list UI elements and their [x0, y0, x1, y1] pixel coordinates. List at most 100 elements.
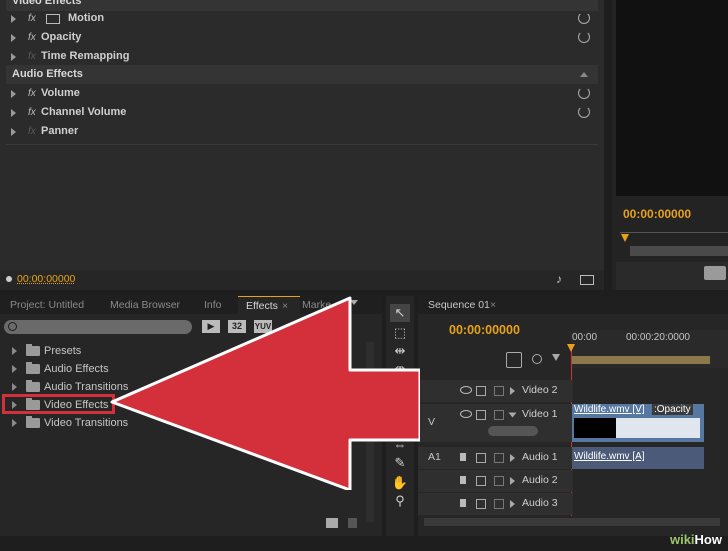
- expand-icon[interactable]: [510, 500, 515, 508]
- effect-label: Panner: [41, 125, 79, 137]
- track-name: Video 1: [522, 408, 558, 420]
- program-video-area: [616, 0, 728, 196]
- expand-icon[interactable]: [11, 53, 16, 61]
- effect-controls-footer: 00:00:00000 ♪: [0, 270, 604, 290]
- speaker-icon[interactable]: [460, 453, 466, 461]
- sync-lock-icon[interactable]: [476, 476, 486, 486]
- tab-sequence[interactable]: Sequence 01: [428, 296, 490, 314]
- reset-icon[interactable]: [578, 87, 590, 99]
- track-name: Audio 3: [522, 497, 558, 509]
- keyframe-nav[interactable]: [488, 426, 538, 436]
- marker-icon[interactable]: [532, 354, 542, 364]
- eye-icon[interactable]: [460, 410, 472, 418]
- track-audio-2[interactable]: Audio 2: [418, 470, 573, 492]
- transform-icon[interactable]: [46, 14, 60, 24]
- expand-icon[interactable]: [11, 128, 16, 136]
- fx-icon[interactable]: fx: [28, 9, 36, 28]
- fx-icon: fx: [28, 126, 36, 137]
- timeline-scrollbar[interactable]: [424, 518, 720, 526]
- effect-row-panner[interactable]: fx Panner: [6, 122, 598, 141]
- track-audio-1[interactable]: A1 Audio 1: [418, 447, 573, 469]
- time-ruler[interactable]: 00:00 00:00:20:0000: [570, 330, 728, 368]
- effect-controls-timecode[interactable]: 00:00:00000: [17, 273, 75, 285]
- clip-effect-dropdown[interactable]: :Opacity: [652, 404, 693, 415]
- expand-icon[interactable]: [510, 477, 515, 485]
- program-controls: [616, 262, 728, 290]
- sync-lock-icon[interactable]: [476, 386, 486, 396]
- effect-label: Time Remapping: [41, 50, 130, 62]
- track-target-a1[interactable]: A1: [428, 451, 441, 463]
- track-video-1[interactable]: V Video 1: [418, 404, 573, 442]
- playhead-dot-icon: [6, 276, 12, 282]
- lock-icon[interactable]: [494, 453, 504, 463]
- lock-icon[interactable]: [494, 476, 504, 486]
- arrow-shape: [110, 296, 420, 490]
- expand-icon[interactable]: [11, 109, 16, 117]
- how-text: How: [694, 532, 722, 547]
- reset-icon[interactable]: [578, 12, 590, 24]
- effect-row-volume[interactable]: fx Volume: [6, 84, 598, 103]
- playhead-icon[interactable]: [567, 344, 575, 352]
- video-clip[interactable]: Wildlife.wmv [V] :Opacity: [572, 404, 704, 442]
- fx-icon[interactable]: fx: [28, 84, 36, 103]
- effect-row-time-remapping[interactable]: fx Time Remapping: [6, 47, 598, 66]
- reset-icon[interactable]: [578, 106, 590, 118]
- sync-lock-icon[interactable]: [476, 410, 486, 420]
- effect-row-opacity[interactable]: fx Opacity: [6, 28, 598, 47]
- speaker-icon[interactable]: [460, 499, 466, 507]
- speaker-icon[interactable]: [460, 476, 466, 484]
- effect-label: Opacity: [41, 31, 82, 43]
- program-timecode[interactable]: 00:00:00000: [623, 207, 691, 221]
- program-zoom-bar[interactable]: [630, 246, 728, 256]
- add-marker-icon[interactable]: [552, 354, 560, 361]
- clip-thumbnail: [616, 418, 700, 438]
- export-frame-button[interactable]: [704, 266, 726, 280]
- expand-icon[interactable]: [11, 15, 16, 23]
- lock-icon[interactable]: [494, 410, 504, 420]
- sync-lock-icon[interactable]: [476, 453, 486, 463]
- close-icon[interactable]: ×: [490, 296, 496, 314]
- expand-icon[interactable]: [510, 387, 515, 395]
- program-ruler: [620, 232, 728, 233]
- effect-row-channel-volume[interactable]: fx Channel Volume: [6, 103, 598, 122]
- track-name: Audio 1: [522, 451, 558, 463]
- sync-lock-icon[interactable]: [476, 499, 486, 509]
- collapse-icon[interactable]: [580, 72, 588, 77]
- effect-row-motion[interactable]: fx Motion: [6, 9, 598, 28]
- expand-icon[interactable]: [510, 454, 515, 462]
- expand-icon[interactable]: [11, 34, 16, 42]
- fx-icon[interactable]: fx: [28, 28, 36, 47]
- track-name: Video 2: [522, 384, 558, 396]
- zoom-tool-icon[interactable]: ⚲: [390, 492, 410, 510]
- delete-icon[interactable]: [348, 518, 357, 528]
- reset-icon[interactable]: [578, 31, 590, 43]
- track-video-2[interactable]: Video 2: [418, 380, 573, 402]
- clip-name: Wildlife.wmv [A]: [574, 451, 645, 462]
- track-target-v[interactable]: V: [428, 416, 435, 428]
- effect-controls-empty-area: [6, 144, 598, 269]
- eye-icon[interactable]: [460, 386, 472, 394]
- track-audio-3[interactable]: Audio 3: [418, 493, 573, 515]
- red-arrow-annotation: [110, 296, 420, 490]
- audio-scrub-icon[interactable]: ♪: [556, 272, 562, 286]
- audio-clip[interactable]: Wildlife.wmv [A]: [572, 447, 704, 469]
- wiki-text: wiki: [669, 532, 695, 547]
- lock-icon[interactable]: [494, 386, 504, 396]
- new-bin-icon[interactable]: [326, 518, 338, 528]
- audio-effects-section[interactable]: Audio Effects: [6, 65, 598, 84]
- expand-icon[interactable]: [11, 90, 16, 98]
- playhead-icon[interactable]: [621, 234, 629, 242]
- snap-icon[interactable]: [506, 352, 522, 368]
- track-name: Audio 2: [522, 474, 558, 486]
- export-icon[interactable]: [580, 275, 594, 285]
- collapse-icon[interactable]: [508, 412, 517, 418]
- fx-icon[interactable]: fx: [28, 103, 36, 122]
- work-area-bar[interactable]: [572, 356, 710, 364]
- wikihow-watermark: wikiHow: [670, 532, 722, 547]
- fx-icon: fx: [28, 51, 36, 62]
- lock-icon[interactable]: [494, 499, 504, 509]
- effect-label: Motion: [68, 12, 105, 24]
- ruler-label: 00:00:20:0000: [626, 332, 690, 343]
- timeline-timecode[interactable]: 00:00:00000: [449, 323, 520, 337]
- timeline-panel: Sequence 01 × 00:00:00000 00:00 00:00:20…: [418, 296, 728, 536]
